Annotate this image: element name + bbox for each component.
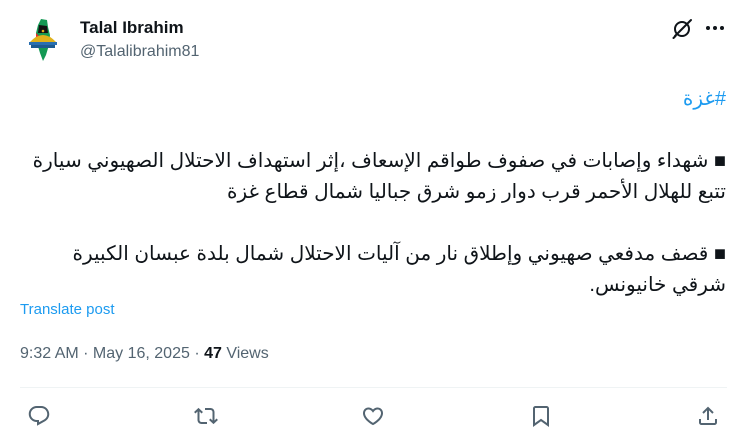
post-time[interactable]: 9:32 AM <box>20 345 79 362</box>
meta-separator: · <box>78 345 93 362</box>
post-paragraph: ■ شهداء وإصابات في صفوف طواقم الإسعاف ،إ… <box>32 150 726 203</box>
like-icon[interactable] <box>360 403 386 429</box>
hashtag-link[interactable]: #غزة <box>683 86 726 112</box>
grok-icon[interactable] <box>672 17 694 39</box>
post-date[interactable]: May 16, 2025 <box>93 345 190 362</box>
display-name[interactable]: Talal Ibrahim <box>80 17 199 39</box>
more-dots-icon[interactable] <box>703 17 727 39</box>
post-meta: 9:32 AM · May 16, 2025 · 47 Views <box>20 343 269 365</box>
post-text: ■ شهداء وإصابات في صفوف طواقم الإسعاف ،إ… <box>26 146 726 301</box>
divider <box>20 387 727 388</box>
palestine-map-dome-avatar-icon <box>19 15 67 63</box>
post-card: Talal Ibrahim @Talalibrahim81 #غزة ■ شهد… <box>0 0 747 446</box>
post-paragraph: ■ قصف مدفعي صهيوني وإطلاق نار من آليات ا… <box>72 243 726 296</box>
views-label: Views <box>221 345 269 362</box>
author-block[interactable]: Talal Ibrahim @Talalibrahim81 <box>80 17 199 63</box>
bookmark-icon[interactable] <box>528 403 554 429</box>
avatar[interactable] <box>19 15 67 63</box>
share-icon[interactable] <box>695 403 721 429</box>
translate-post-link[interactable]: Translate post <box>20 300 115 320</box>
views-count: 47 <box>204 345 222 362</box>
handle[interactable]: @Talalibrahim81 <box>80 41 199 63</box>
repost-icon[interactable] <box>193 403 219 429</box>
action-bar <box>0 400 747 432</box>
meta-separator: · <box>189 345 205 362</box>
reply-icon[interactable] <box>26 403 52 429</box>
